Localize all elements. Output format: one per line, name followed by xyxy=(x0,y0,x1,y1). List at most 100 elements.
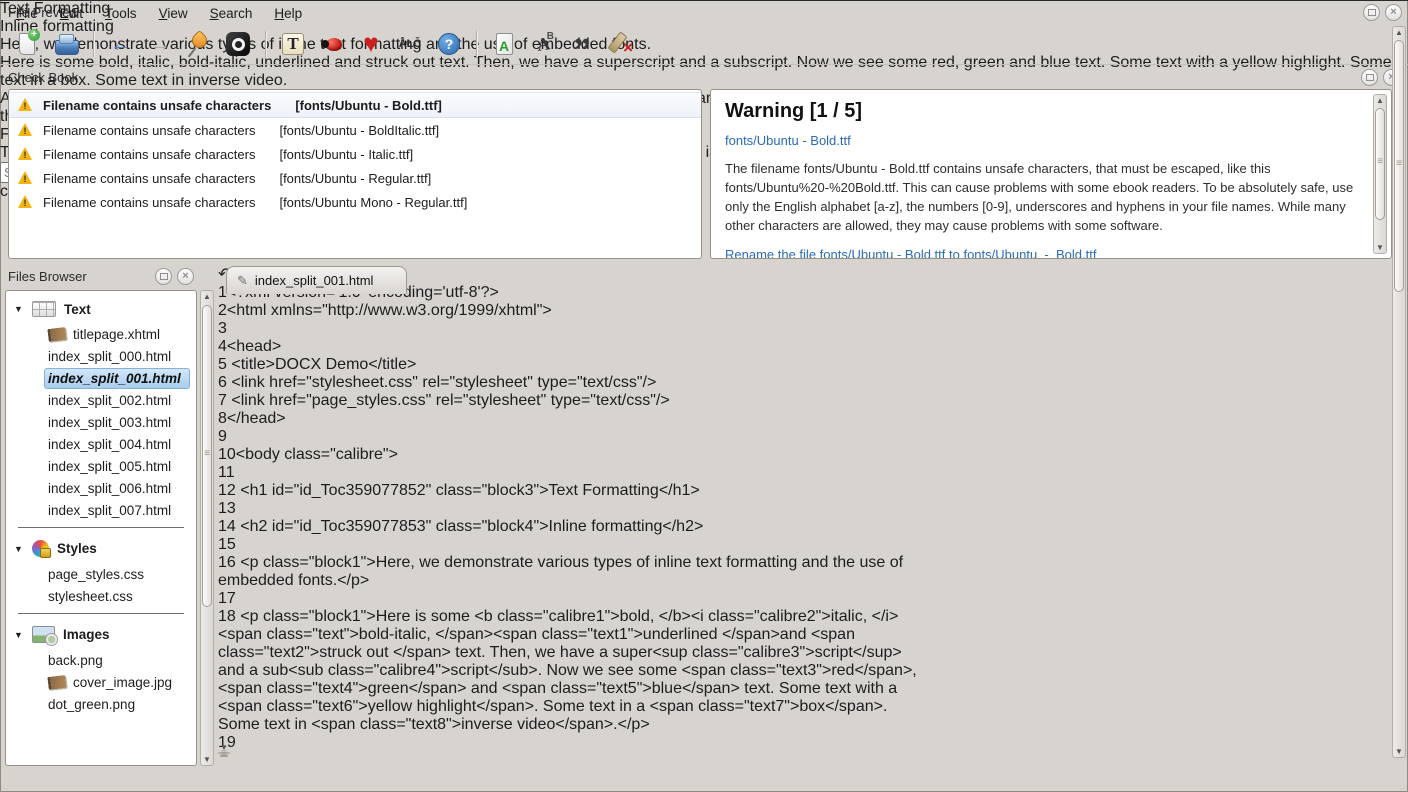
editor-panel: index_split_001.html ↶↷✂≡BIUSAATH1 1<?xm… xyxy=(218,264,918,768)
file-item[interactable]: back.png xyxy=(44,650,190,671)
file-item[interactable]: index_split_005.html xyxy=(44,456,190,477)
code-area[interactable]: 1<?xml version='1.0' encoding='utf-8'?>2… xyxy=(218,284,918,752)
file-item[interactable]: index_split_002.html xyxy=(44,390,190,411)
scrollbar-thumb[interactable] xyxy=(202,305,212,607)
file-item[interactable]: cover_image.jpg xyxy=(44,672,190,693)
line-number: 10 xyxy=(218,446,236,463)
code-text: <h2 id="id_Toc359077853" class="block4">… xyxy=(236,518,704,535)
beautify-icon[interactable]: A xyxy=(489,29,519,59)
section-text[interactable]: Text xyxy=(6,295,196,323)
file-item[interactable]: index_split_007.html xyxy=(44,500,190,521)
line-number: 12 xyxy=(218,482,236,499)
editor-tabbar: index_split_001.html xyxy=(218,264,918,294)
file-item[interactable]: stylesheet.css xyxy=(44,586,190,607)
code-text xyxy=(227,428,231,445)
code-line[interactable]: 9 xyxy=(218,428,918,446)
code-line[interactable]: 14 <h2 id="id_Toc359077853" class="block… xyxy=(218,518,918,536)
code-text: <body class="calibre"> xyxy=(236,446,398,463)
spellcheck-icon[interactable]: A xyxy=(528,29,558,59)
file-item[interactable]: titlepage.xhtml xyxy=(44,324,190,345)
menu-help[interactable]: Help xyxy=(264,3,312,24)
warning-item[interactable]: Filename contains unsafe characters[font… xyxy=(9,190,701,214)
donate-icon[interactable]: ♥ xyxy=(356,29,386,59)
clean-css-icon[interactable]: × xyxy=(606,29,636,59)
forward-icon[interactable]: → xyxy=(145,29,175,59)
scrollbar-thumb[interactable] xyxy=(1375,108,1385,220)
warning-file-link[interactable]: fonts/Ubuntu - Bold.ttf xyxy=(725,133,1361,148)
float-icon[interactable] xyxy=(1361,69,1378,86)
code-line[interactable]: 7 <link href="page_styles.css" rel="styl… xyxy=(218,392,918,410)
code-line[interactable]: 5 <title>DOCX Demo</title> xyxy=(218,356,918,374)
line-number: 8 xyxy=(218,410,227,427)
code-line[interactable]: 18 <p class="block1">Here is some <b cla… xyxy=(218,608,918,734)
help-icon[interactable]: ? xyxy=(434,29,464,59)
file-item[interactable]: index_split_001.html xyxy=(44,368,190,389)
pin-icon[interactable] xyxy=(184,29,214,59)
code-line[interactable]: 11 xyxy=(218,464,918,482)
code-line[interactable]: 15 xyxy=(218,536,918,554)
warning-item[interactable]: Filename contains unsafe characters[font… xyxy=(9,118,701,142)
menu-tools[interactable]: Tools xyxy=(95,3,147,24)
code-line[interactable]: 10<body class="calibre"> xyxy=(218,446,918,464)
scroll-down-icon[interactable] xyxy=(1393,746,1405,757)
main-toolbar: ← → T ♥ ÅŁČ? AA ” × xyxy=(0,25,1408,63)
code-line[interactable]: 12 <h1 id="id_Toc359077852" class="block… xyxy=(218,482,918,500)
warning-item[interactable]: Filename contains unsafe characters[font… xyxy=(9,92,701,118)
float-icon[interactable] xyxy=(155,268,172,285)
code-line[interactable]: 4<head> xyxy=(218,338,918,356)
chevron-down-icon xyxy=(14,544,24,554)
special-characters-icon[interactable]: ÅŁČ xyxy=(395,29,425,59)
check-book-detail: Warning [1 / 5] fonts/Ubuntu - Bold.ttf … xyxy=(710,89,1392,259)
code-line[interactable]: 19 xyxy=(218,734,918,752)
tab-index-split-001[interactable]: index_split_001.html xyxy=(226,266,407,294)
check-book-icon[interactable] xyxy=(317,29,347,59)
code-line[interactable]: 3 xyxy=(218,320,918,338)
code-line[interactable]: 2<html xmlns="http://www.w3.org/1999/xht… xyxy=(218,302,918,320)
back-icon[interactable]: ← xyxy=(106,29,136,59)
menu-view[interactable]: View xyxy=(149,3,198,24)
scroll-up-icon[interactable] xyxy=(1393,27,1405,38)
scroll-down-icon[interactable] xyxy=(219,742,229,753)
float-icon[interactable] xyxy=(1363,4,1380,21)
smart-quotes-icon[interactable]: ” xyxy=(567,29,597,59)
section-divider xyxy=(18,527,184,528)
code-line[interactable]: 6 <link href="stylesheet.css" rel="style… xyxy=(218,374,918,392)
insert-text-icon[interactable]: T xyxy=(278,29,308,59)
record-icon[interactable] xyxy=(223,29,253,59)
section-styles[interactable]: Styles xyxy=(6,534,196,563)
scrollbar-thumb[interactable] xyxy=(220,755,228,757)
menu-search[interactable]: Search xyxy=(200,3,263,24)
file-item[interactable]: page_styles.css xyxy=(44,564,190,585)
code-line[interactable]: 16 <p class="block1">Here, we demonstrat… xyxy=(218,554,918,590)
file-item[interactable]: index_split_003.html xyxy=(44,412,190,433)
file-item[interactable]: dot_green.png xyxy=(44,694,190,715)
scrollbar-thumb[interactable] xyxy=(1394,40,1404,292)
file-item[interactable]: index_split_006.html xyxy=(44,478,190,499)
section-images[interactable]: Images xyxy=(6,620,196,649)
files-scrollbar[interactable] xyxy=(200,290,214,766)
scroll-down-icon[interactable] xyxy=(201,754,213,765)
tab-close-icon[interactable] xyxy=(380,273,396,289)
warning-item[interactable]: Filename contains unsafe characters[font… xyxy=(9,142,701,166)
warning-detail-body: The filename fonts/Ubuntu - Bold.ttf con… xyxy=(725,160,1361,235)
close-icon[interactable] xyxy=(177,268,194,285)
code-line[interactable]: 8</head> xyxy=(218,410,918,428)
detail-scrollbar[interactable] xyxy=(1373,94,1387,254)
scroll-up-icon[interactable] xyxy=(1374,95,1386,106)
line-number: 15 xyxy=(218,536,236,553)
save-book-icon[interactable] xyxy=(51,29,81,59)
close-icon[interactable] xyxy=(1385,4,1402,21)
file-item[interactable]: index_split_004.html xyxy=(44,434,190,455)
warning-rename-link[interactable]: Rename the file fonts/Ubuntu - Bold.ttf … xyxy=(725,247,1361,259)
scroll-down-icon[interactable] xyxy=(1374,242,1386,253)
code-text xyxy=(236,590,240,607)
preview-scrollbar[interactable] xyxy=(1392,26,1406,758)
editor-scrollbar[interactable] xyxy=(218,752,230,754)
code-line[interactable]: 13 xyxy=(218,500,918,518)
scroll-up-icon[interactable] xyxy=(201,291,213,302)
file-item[interactable]: index_split_000.html xyxy=(44,346,190,367)
file-label: index_split_004.html xyxy=(48,437,171,452)
code-line[interactable]: 17 xyxy=(218,590,918,608)
new-file-icon[interactable] xyxy=(12,29,42,59)
warning-item[interactable]: Filename contains unsafe characters[font… xyxy=(9,166,701,190)
